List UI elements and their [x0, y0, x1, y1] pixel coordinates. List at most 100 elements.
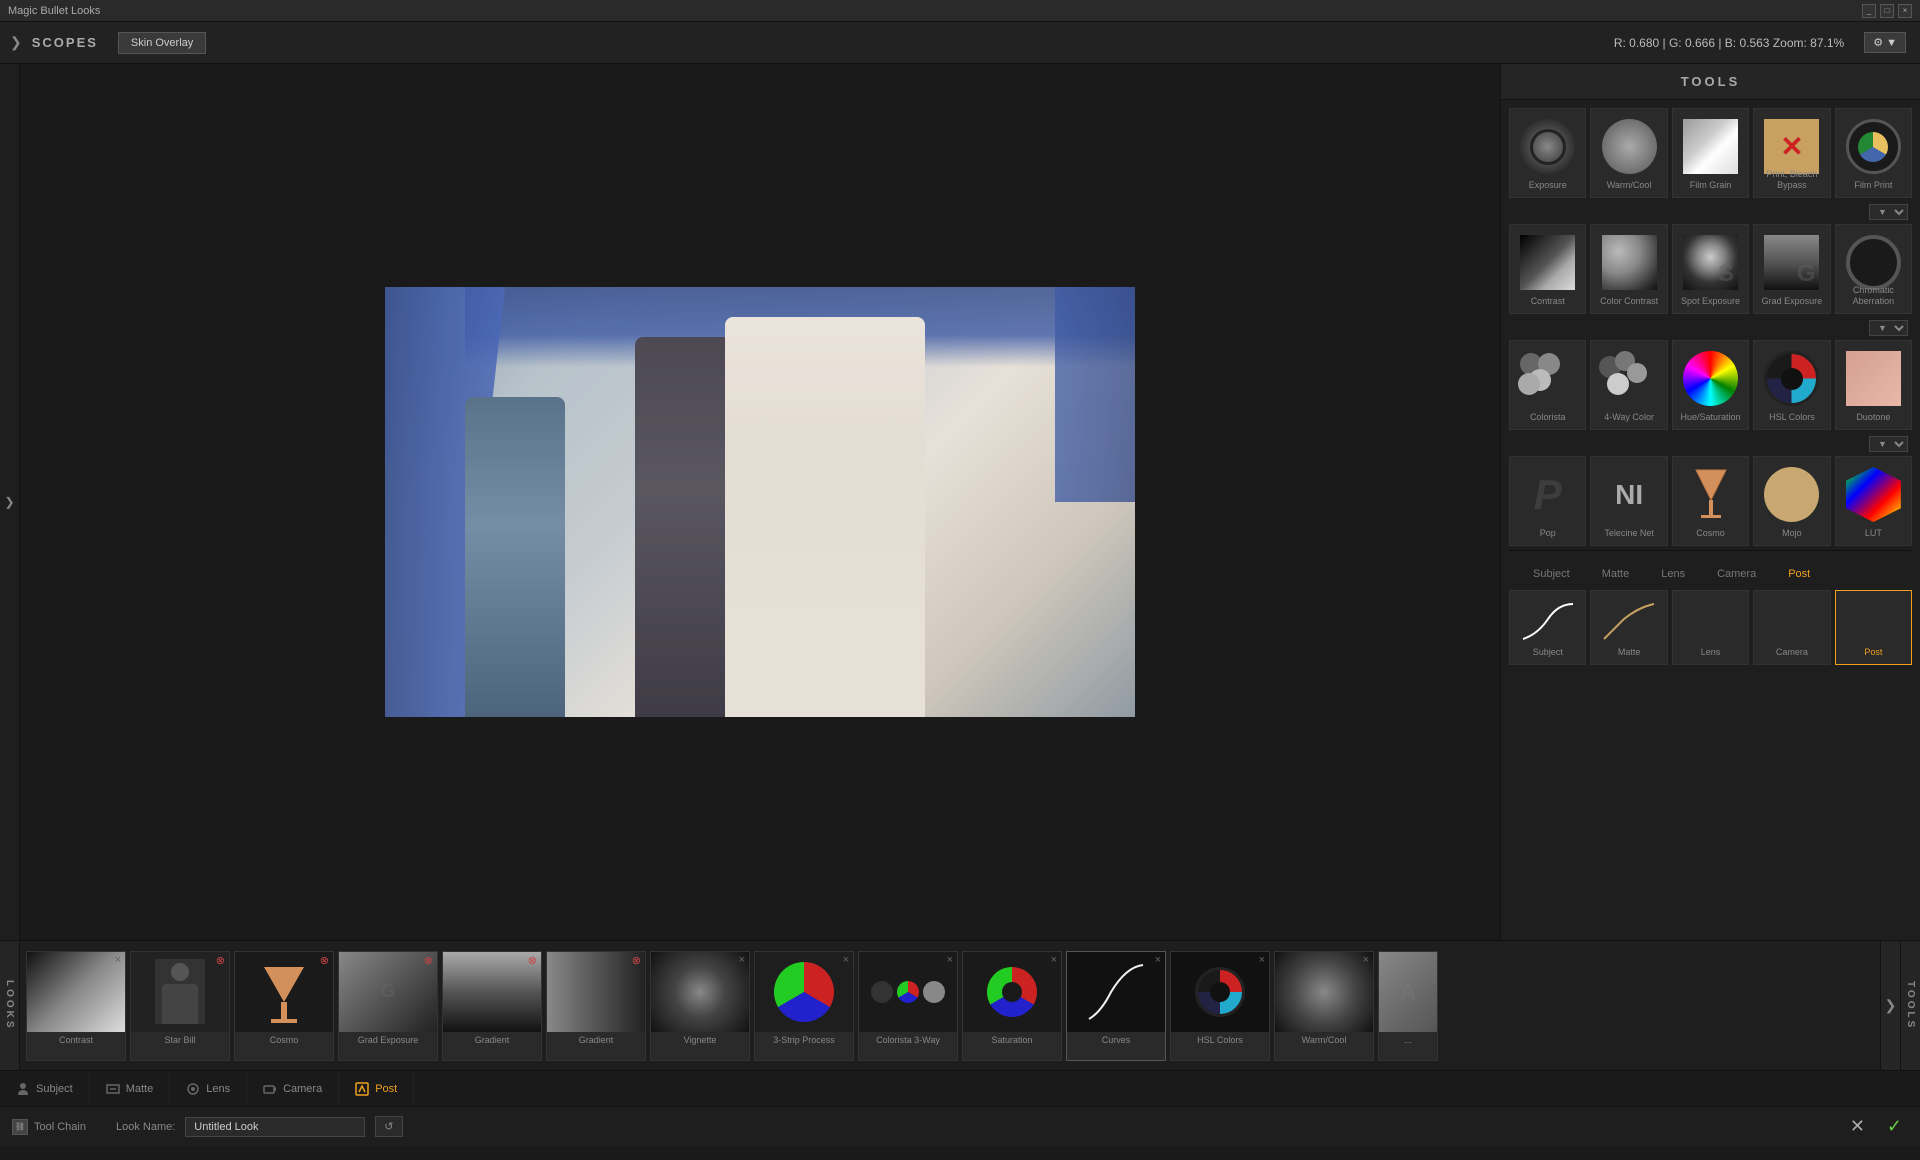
pop-label: Pop	[1540, 528, 1556, 539]
cancel-button[interactable]: ✕	[1844, 1116, 1871, 1137]
tool-duotone[interactable]: Duotone	[1835, 340, 1912, 430]
tool-film-grain[interactable]: Film Grain	[1672, 108, 1749, 198]
tool-colorista[interactable]: Colorista	[1509, 340, 1586, 430]
tool-cosmo[interactable]: Cosmo	[1672, 456, 1749, 546]
look-item-gradient2[interactable]: ⊗ Gradient	[546, 951, 646, 1061]
bottom-toolbar: ⛓ Tool Chain Look Name: ↺ ✕ ✓	[0, 1106, 1920, 1146]
right-sidebar-tools-label[interactable]: TOOLS	[1900, 941, 1920, 1070]
look-thumb-partial: A	[1379, 952, 1437, 1032]
close-button[interactable]: ×	[1898, 4, 1912, 18]
tool-4way-color[interactable]: 4-Way Color	[1590, 340, 1667, 430]
tool-chromatic[interactable]: Chromatic Aberration	[1835, 224, 1912, 314]
left-sidebar-toggle[interactable]: ❯	[0, 64, 20, 940]
spot-exposure-label: Spot Exposure	[1681, 296, 1740, 307]
look-close-cosmo[interactable]: ⊗	[320, 954, 329, 967]
tool-telecine[interactable]: NI Telecine Net	[1590, 456, 1667, 546]
tool-color-contrast[interactable]: Color Contrast	[1590, 224, 1667, 314]
film-print-label: Film Print	[1854, 180, 1892, 191]
tool-mini-post[interactable]: Post	[1835, 590, 1912, 665]
maximize-button[interactable]: □	[1880, 4, 1894, 18]
tab-matte[interactable]: Matte	[1586, 562, 1646, 586]
look-item-colorista3[interactable]: × Colorista 3-Way	[858, 951, 958, 1061]
look-item-star-bill[interactable]: ⊗ Star Bill	[130, 951, 230, 1061]
look-name-input[interactable]	[185, 1117, 365, 1137]
look-close-saturation[interactable]: ×	[1051, 954, 1057, 966]
look-item-vignette[interactable]: × Vignette	[650, 951, 750, 1061]
stage-camera-label: Camera	[283, 1083, 322, 1095]
look-thumb-contrast	[27, 952, 125, 1032]
look-close-gradient[interactable]: ⊗	[528, 954, 537, 967]
tool-mojo[interactable]: Mojo	[1753, 456, 1830, 546]
nav-forward-arrow[interactable]: ❯	[10, 34, 22, 51]
look-close-colorista3[interactable]: ×	[947, 954, 953, 966]
tab-post[interactable]: Post	[1772, 562, 1826, 586]
tool-mini-matte[interactable]: Matte	[1590, 590, 1667, 665]
curves-icon	[1081, 957, 1151, 1027]
look-close-vignette[interactable]: ×	[739, 954, 745, 966]
stage-lens[interactable]: Lens	[170, 1071, 247, 1106]
mini-camera-label: Camera	[1776, 647, 1808, 658]
look-item-saturation[interactable]: × Saturation	[962, 951, 1062, 1061]
stage-lens-icon	[186, 1082, 200, 1096]
tool-mini-camera[interactable]: Camera	[1753, 590, 1830, 665]
tool-exposure[interactable]: Exposure	[1509, 108, 1586, 198]
look-close-3strip[interactable]: ×	[843, 954, 849, 966]
looks-nav-right-arrow[interactable]: ❯	[1880, 941, 1900, 1070]
tab-lens[interactable]: Lens	[1645, 562, 1701, 586]
look-item-contrast[interactable]: × Contrast	[26, 951, 126, 1061]
look-close-contrast[interactable]: ×	[115, 954, 121, 966]
reset-button[interactable]: ↺	[375, 1116, 402, 1137]
tool-spot-exposure[interactable]: Spot Exposure	[1672, 224, 1749, 314]
tool-warm-cool[interactable]: Warm/Cool	[1590, 108, 1667, 198]
section-dropdown-3[interactable]: ▼	[1869, 436, 1908, 452]
stage-camera[interactable]: Camera	[247, 1071, 339, 1106]
look-item-3strip[interactable]: × 3-Strip Process	[754, 951, 854, 1061]
stage-matte[interactable]: Matte	[90, 1071, 171, 1106]
look-close-curves[interactable]: ×	[1155, 954, 1161, 966]
stage-subject[interactable]: Subject	[0, 1071, 90, 1106]
look-name-cosmo: Cosmo	[268, 1032, 301, 1049]
tool-pop[interactable]: P Pop	[1509, 456, 1586, 546]
tool-hsl-colors[interactable]: HSL Colors	[1753, 340, 1830, 430]
stage-post[interactable]: Post	[339, 1071, 414, 1106]
look-name-saturation: Saturation	[989, 1032, 1034, 1049]
look-item-cosmo[interactable]: ⊗ Cosmo	[234, 951, 334, 1061]
look-name-gradient: Gradient	[473, 1032, 512, 1049]
look-item-curves[interactable]: × Curves	[1066, 951, 1166, 1061]
look-close-warm-cool[interactable]: ×	[1363, 954, 1369, 966]
look-item-hsl[interactable]: × HSL Colors	[1170, 951, 1270, 1061]
skin-overlay-button[interactable]: Skin Overlay	[118, 32, 206, 54]
look-close-hsl[interactable]: ×	[1259, 954, 1265, 966]
look-item-partial[interactable]: A ...	[1378, 951, 1438, 1061]
tab-subject[interactable]: Subject	[1517, 562, 1586, 586]
tool-contrast[interactable]: Contrast	[1509, 224, 1586, 314]
print-bleach-label: Print, Bleach Bypass	[1754, 169, 1829, 191]
preview-area	[20, 64, 1500, 940]
look-item-gradient[interactable]: ⊗ Gradient	[442, 951, 542, 1061]
tools-mini-row: Subject Matte Lens Camera	[1509, 590, 1912, 665]
tool-lut[interactable]: LUT	[1835, 456, 1912, 546]
section-dropdown-2[interactable]: ▼	[1869, 320, 1908, 336]
tool-mini-subject[interactable]: Subject	[1509, 590, 1586, 665]
look-close-grad-exp[interactable]: ⊗	[424, 954, 433, 967]
section-dropdown-1[interactable]: ▼	[1869, 204, 1908, 220]
stage-matte-label: Matte	[126, 1083, 154, 1095]
tool-hue-sat[interactable]: Hue/Saturation	[1672, 340, 1749, 430]
settings-gear-button[interactable]: ⚙ ▼	[1864, 32, 1906, 53]
tool-film-print[interactable]: Film Print	[1835, 108, 1912, 198]
tool-chain-label: Tool Chain	[34, 1121, 86, 1133]
warm-cool-label: Warm/Cool	[1607, 180, 1652, 191]
stage-subject-icon	[16, 1082, 30, 1096]
ok-button[interactable]: ✓	[1881, 1116, 1908, 1137]
tool-mini-lens[interactable]: Lens	[1672, 590, 1749, 665]
topbar: ❯ SCOPES Skin Overlay R: 0.680 | G: 0.66…	[0, 22, 1920, 64]
tab-camera[interactable]: Camera	[1701, 562, 1772, 586]
look-item-grad-exp[interactable]: G ⊗ Grad Exposure	[338, 951, 438, 1061]
tool-print-bleach[interactable]: Print, Bleach Bypass	[1753, 108, 1830, 198]
tool-grad-exposure[interactable]: Grad Exposure	[1753, 224, 1830, 314]
look-close-gradient2[interactable]: ⊗	[632, 954, 641, 967]
look-close-star-bill[interactable]: ⊗	[216, 954, 225, 967]
look-item-warm-cool[interactable]: × Warm/Cool	[1274, 951, 1374, 1061]
minimize-button[interactable]: _	[1862, 4, 1876, 18]
lut-icon	[1846, 467, 1901, 522]
